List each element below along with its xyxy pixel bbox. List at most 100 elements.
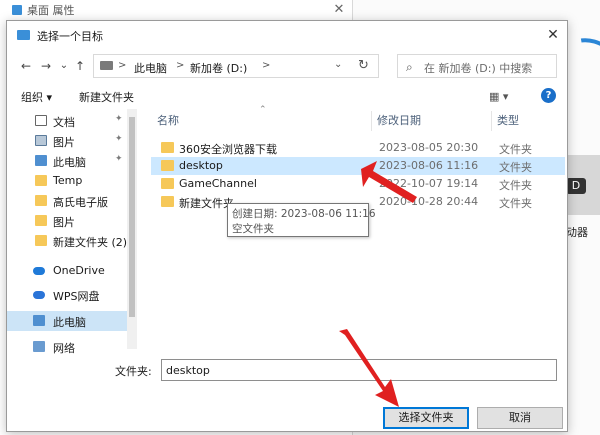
file-date: 2023-08-05 20:30 <box>379 141 479 154</box>
nav-item-pictures-pinned[interactable]: 图片 ✦ <box>7 131 127 151</box>
folder-icon <box>161 142 174 153</box>
file-tooltip: 创建日期: 2023-08-06 11:16 空文件夹 <box>227 203 376 237</box>
annotation-arrow-select-button <box>339 329 399 407</box>
column-divider[interactable] <box>491 111 492 131</box>
column-divider[interactable] <box>371 111 372 131</box>
annotation-arrow-desktop <box>361 161 417 203</box>
nav-item-label: 此电脑 <box>53 316 86 329</box>
nav-item-network[interactable]: 网络 <box>7 337 127 357</box>
select-folder-button[interactable]: 选择文件夹 <box>383 407 469 429</box>
folder-icon <box>161 196 174 207</box>
onedrive-icon <box>33 267 45 275</box>
navigation-bar: ← → ⌄ ↑ > 此电脑 > 新加卷 (D:) > ⌄ ↻ ⌕ 在 新加卷 (… <box>7 53 567 79</box>
nav-item-wps-cloud[interactable]: WPS网盘 <box>7 285 127 305</box>
navigation-pane: 文档 ✦ 图片 ✦ 此电脑 ✦ Temp 高氏电子版 图片 新建文件夹 (2) <box>7 109 139 357</box>
nav-item-pictures-folder[interactable]: 图片 <box>7 211 127 231</box>
folder-icon <box>35 235 47 246</box>
tooltip-created-date: 创建日期: 2023-08-06 11:16 <box>232 208 376 220</box>
file-type: 文件夹 <box>499 143 532 156</box>
nav-item-label: 网络 <box>53 342 75 355</box>
background-close-button[interactable]: ✕ <box>326 0 352 20</box>
folder-icon <box>35 175 47 186</box>
background-titlebar: 桌面 属性 ✕ <box>0 0 352 20</box>
background-drive-label: 动器 <box>566 226 588 239</box>
pin-icon: ✦ <box>115 134 123 144</box>
folder-field-label: 文件夹: <box>115 365 152 378</box>
dialog-close-button[interactable]: ✕ <box>539 21 567 49</box>
computer-icon <box>33 315 45 326</box>
column-header-date[interactable]: 修改日期 <box>377 109 421 133</box>
nav-item-label: Temp <box>53 174 83 187</box>
pin-icon: ✦ <box>115 114 123 124</box>
nav-item-label: 高氏电子版 <box>53 196 108 209</box>
nav-item-label: OneDrive <box>53 264 105 277</box>
nav-item-label: WPS网盘 <box>53 290 100 303</box>
file-type: 文件夹 <box>499 161 532 174</box>
file-name: 360安全浏览器下载 <box>179 143 277 156</box>
nav-item-gao-ebook[interactable]: 高氏电子版 <box>7 191 127 211</box>
folder-icon <box>35 215 47 226</box>
cancel-button[interactable]: 取消 <box>477 407 563 429</box>
nav-item-label: 新建文件夹 (2) <box>53 236 128 249</box>
folder-icon <box>161 178 174 189</box>
refresh-icon[interactable]: ↻ <box>358 58 369 73</box>
command-bar: 组织 ▾ 新建文件夹 ▦ ▾ ? <box>7 85 567 109</box>
up-arrow-icon[interactable]: ↑ <box>71 56 89 76</box>
organize-menu-button[interactable]: 组织 ▾ <box>21 89 52 105</box>
breadcrumb-separator: > <box>118 60 127 71</box>
properties-icon <box>12 5 22 15</box>
tooltip-folder-status: 空文件夹 <box>232 223 274 235</box>
sort-ascending-icon: ⌃ <box>259 105 267 115</box>
address-dropdown-icon[interactable]: ⌄ <box>334 59 342 70</box>
file-name: 新建文件夹 <box>179 197 234 210</box>
network-icon <box>33 341 45 352</box>
dialog-titlebar: 选择一个目标 ✕ <box>7 21 567 49</box>
nav-item-new-folder-2[interactable]: 新建文件夹 (2) <box>7 231 127 251</box>
breadcrumb-separator: > <box>176 60 185 71</box>
picture-icon <box>35 135 47 146</box>
computer-icon <box>35 155 47 166</box>
help-icon[interactable]: ? <box>541 88 556 103</box>
wps-cloud-icon <box>33 291 45 299</box>
file-row-selected[interactable]: desktop 2023-08-06 11:16 文件夹 <box>151 157 565 175</box>
search-icon: ⌕ <box>406 60 413 74</box>
dialog-app-icon <box>17 30 30 40</box>
select-target-dialog: 选择一个目标 ✕ ← → ⌄ ↑ > 此电脑 > 新加卷 (D:) > ⌄ ↻ … <box>6 20 568 432</box>
file-type: 文件夹 <box>499 197 532 210</box>
search-placeholder: 在 新加卷 (D:) 中搜索 <box>424 62 533 75</box>
folder-icon <box>161 160 174 171</box>
computer-icon <box>100 61 113 70</box>
nav-item-label: 此电脑 <box>53 156 86 169</box>
file-name: desktop <box>179 159 223 172</box>
nav-item-this-pc[interactable]: 此电脑 <box>7 311 127 331</box>
pin-icon: ✦ <box>115 154 123 164</box>
background-drive-icon: D <box>566 178 586 194</box>
breadcrumb-separator: > <box>262 60 271 71</box>
nav-item-documents[interactable]: 文档 ✦ <box>7 111 127 131</box>
nav-item-label: 图片 <box>53 136 75 149</box>
file-row[interactable]: GameChannel 2022-10-07 19:14 文件夹 <box>151 175 565 193</box>
view-options-icon[interactable]: ▦ ▾ <box>489 90 508 103</box>
file-name: GameChannel <box>179 177 257 190</box>
nav-item-label: 文档 <box>53 116 75 129</box>
folder-icon <box>35 195 47 206</box>
nav-item-this-pc-pinned[interactable]: 此电脑 ✦ <box>7 151 127 171</box>
new-folder-button[interactable]: 新建文件夹 <box>79 89 134 105</box>
file-row[interactable]: 360安全浏览器下载 2023-08-05 20:30 文件夹 <box>151 139 565 157</box>
back-arrow-icon[interactable]: ← <box>17 56 35 76</box>
folder-input-value: desktop <box>166 364 210 377</box>
nav-item-onedrive[interactable]: OneDrive <box>7 261 127 281</box>
address-bar[interactable]: > 此电脑 > 新加卷 (D:) > ⌄ ↻ <box>93 54 379 78</box>
nav-item-temp[interactable]: Temp <box>7 171 127 191</box>
nav-scrollbar-thumb[interactable] <box>129 117 135 317</box>
column-header-type[interactable]: 类型 <box>497 109 519 133</box>
nav-item-label: 图片 <box>53 216 75 229</box>
forward-arrow-icon[interactable]: → <box>37 56 55 76</box>
document-icon <box>35 115 47 126</box>
background-title: 桌面 属性 <box>12 2 75 18</box>
breadcrumb-this-pc[interactable]: 此电脑 <box>134 60 167 76</box>
search-input[interactable]: ⌕ 在 新加卷 (D:) 中搜索 <box>397 54 557 78</box>
file-type: 文件夹 <box>499 179 532 192</box>
breadcrumb-drive-d[interactable]: 新加卷 (D:) <box>190 60 247 76</box>
column-header-name[interactable]: 名称 <box>157 109 179 133</box>
